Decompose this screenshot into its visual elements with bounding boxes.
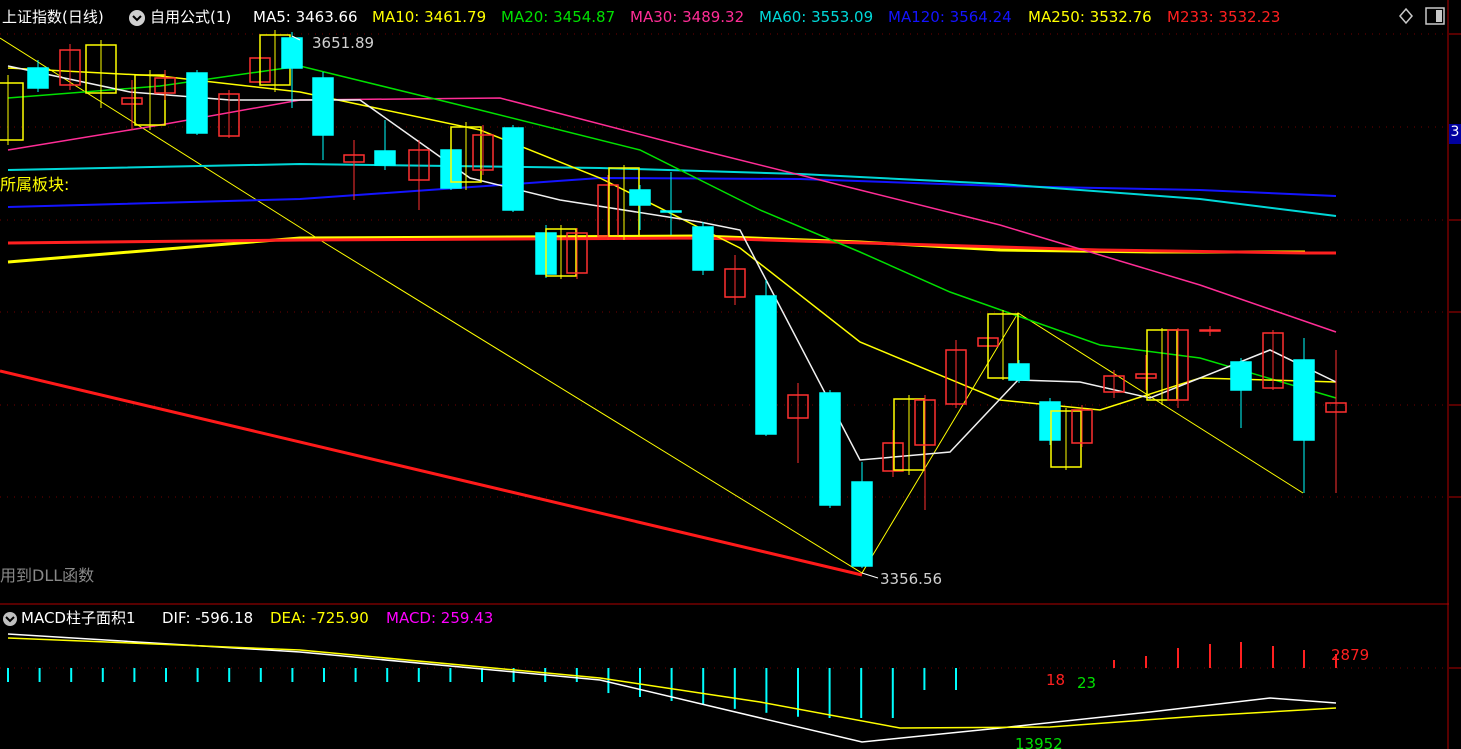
- area-label-positive: 2879: [1331, 646, 1369, 664]
- dll-function-label: 用到DLL函数: [0, 566, 94, 585]
- high-price-label: 3651.89: [312, 34, 374, 52]
- macd-header: MACD柱子面积1 DIF: -596.18 DEA: -725.90 MACD…: [0, 604, 1461, 630]
- ma5-value: MA5: 3463.66: [253, 8, 358, 26]
- candlestick: [186, 72, 208, 134]
- area-label-red: 18: [1046, 671, 1065, 689]
- candlestick: [692, 226, 714, 271]
- index-title[interactable]: 上证指数(日线): [2, 7, 104, 27]
- area-label-green: 23: [1077, 674, 1096, 692]
- candlestick: [374, 150, 396, 166]
- ma120-line: [7, 176, 1337, 208]
- low-pointer: [861, 572, 879, 579]
- candlestick: [1293, 359, 1315, 441]
- macd-title[interactable]: MACD柱子面积1: [21, 608, 136, 628]
- area-label-negative: 13952: [1015, 735, 1063, 749]
- formula-dropdown-icon[interactable]: [128, 7, 146, 27]
- candlestick: [1230, 361, 1252, 391]
- macd-dea: DEA: -725.90: [270, 609, 369, 627]
- right-price-tag: 3: [1449, 124, 1461, 144]
- formula-label[interactable]: 自用公式(1): [150, 7, 231, 27]
- macd-settings-icon[interactable]: [2, 608, 18, 628]
- ma20-value: MA20: 3454.87: [501, 8, 616, 26]
- candlestick: [1039, 401, 1061, 441]
- ma10-value: MA10: 3461.79: [372, 8, 487, 26]
- chart-header: 上证指数(日线) 自用公式(1) MA5: 3463.66 MA10: 3461…: [0, 0, 1461, 34]
- ma60-value: MA60: 3553.09: [759, 8, 874, 26]
- candlestick: [27, 67, 49, 89]
- candlestick: [312, 77, 334, 136]
- candlestick: [502, 127, 524, 211]
- ma250-value: MA250: 3532.76: [1028, 8, 1152, 26]
- candlestick: [629, 189, 651, 206]
- diamond-icon[interactable]: [1398, 6, 1414, 31]
- macd-dif: DIF: -596.18: [162, 609, 254, 627]
- candlestick: [0, 82, 24, 141]
- chart-canvas[interactable]: 3651.89 3356.56 所属板块: 用到DLL函数 18 23 2879 13952: [0, 0, 1461, 749]
- candlestick: [1008, 363, 1030, 381]
- ma60-line: [7, 162, 1337, 217]
- candlestick: [755, 295, 777, 435]
- candlestick: [819, 392, 841, 506]
- macd-value: MACD: 259.43: [386, 609, 494, 627]
- candlestick: [851, 481, 873, 567]
- red-trend-line: [0, 369, 863, 577]
- m233-value: M233: 3532.23: [1167, 8, 1281, 26]
- sector-label: 所属板块:: [0, 175, 69, 194]
- candlestick: [281, 37, 303, 69]
- window-toggle-icon[interactable]: [1424, 6, 1446, 31]
- ma30-value: MA30: 3489.32: [630, 8, 745, 26]
- ma120-value: MA120: 3564.24: [888, 8, 1012, 26]
- low-price-label: 3356.56: [880, 570, 942, 588]
- candlestick: [660, 210, 682, 213]
- candlestick: [1199, 329, 1221, 332]
